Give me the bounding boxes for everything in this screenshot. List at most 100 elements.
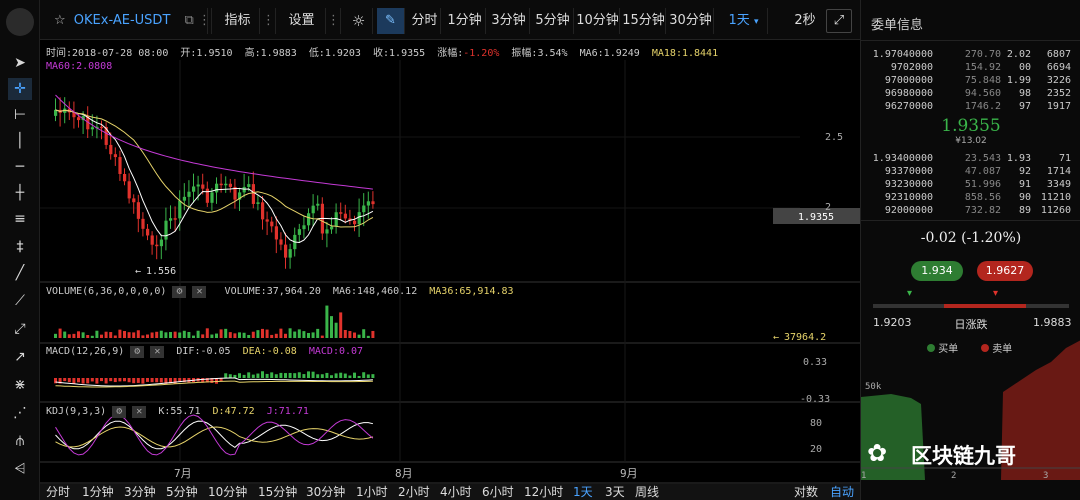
trendline-tool-icon[interactable]: ╱ [8,262,32,284]
pitchfork-tool-icon[interactable]: ⫛ [8,430,32,452]
parallel-tool-icon[interactable]: ≡ [8,208,32,230]
bottom-period-tab[interactable]: 15分钟 [258,484,297,500]
fibonacci-tool-icon[interactable]: ⋇ [8,374,32,396]
refresh-interval[interactable]: 2秒 [788,8,822,34]
orderbook-row[interactable]: 96270000 1746.2 97 1917 [871,101,1071,114]
orderbook-row[interactable]: 93230000 51.996 91 3349 [871,179,1071,192]
period-tab[interactable]: 1分钟 [444,8,486,34]
extended-line-tool-icon[interactable]: ⤢ [8,318,32,340]
macd-bar [316,374,320,378]
orderbook-row[interactable]: 1.93400000 23.543 1.93 71 [871,153,1071,166]
bottom-period-tab[interactable]: 10分钟 [208,484,247,500]
gear-icon[interactable]: ⚙ [130,346,145,358]
candle-body [371,201,375,205]
macd-histogram [54,371,375,388]
draw-pencil-icon[interactable]: ✎ [377,8,405,34]
orderbook-row[interactable]: 97000000 75.848 1.99 3226 [871,75,1071,88]
bottom-period-tab[interactable]: 30分钟 [306,484,345,500]
candle-body [251,184,255,204]
period-tab[interactable]: 10分钟 [576,8,620,34]
bottom-period-tab[interactable]: 6小时 [482,484,514,500]
volume-last-arrow: ← [773,332,779,343]
bottom-period-tab[interactable]: 1天 [573,484,593,500]
period-tab[interactable]: 5分钟 [532,8,574,34]
volume-bar [72,333,76,338]
period-tab[interactable]: 3分钟 [488,8,530,34]
arrow-tool-icon[interactable]: ↗ [8,346,32,368]
orderbook-row[interactable]: 92000000 732.82 89 11260 [871,205,1071,218]
candle-body [343,213,347,219]
settings-button[interactable]: 设置 [278,8,326,34]
macd-bar [325,372,329,378]
theme-sun-icon[interactable]: ☼ [345,8,373,34]
bottom-period-tab[interactable]: 1分钟 [82,484,114,500]
price-line-tool-icon[interactable]: ┼ [8,182,32,204]
info-low: 低:1.9203 [308,48,361,59]
macd-bar [251,374,255,378]
orderbook-cell: 92310000 [884,192,933,203]
chart-canvas[interactable]: 1.9355 2.5 2 ← 1.556 ← 37964.2 0.33 -0.3… [40,40,860,500]
bottom-period-tab[interactable]: 2小时 [398,484,430,500]
macd-bar [256,373,260,378]
star-icon[interactable]: ☆ [54,13,66,28]
candle-body [339,212,343,214]
candle-body [256,202,260,204]
gear-icon[interactable]: ⚙ [172,286,187,298]
close-icon[interactable]: ✕ [192,286,207,298]
period-tab[interactable]: 30分钟 [668,8,714,34]
sell-price-button[interactable]: 1.9627 [977,261,1033,281]
volume-bar [54,333,57,338]
low-pin-icon: ▾ [907,288,913,299]
close-icon[interactable]: ✕ [132,406,147,418]
gann-fan-tool-icon[interactable]: ⋰ [8,402,32,424]
crosshair-tool-icon[interactable]: ✛ [8,78,32,100]
volume-bar [58,328,62,338]
close-icon[interactable]: ✕ [150,346,165,358]
segment-tool-icon[interactable]: ⊢ [8,104,32,126]
ray-tool-icon[interactable]: ⟋ [8,290,32,312]
orderbook-cell: 858.56 [964,192,1001,203]
orderbook-cell: 1714 [1046,166,1071,177]
period-tab[interactable]: 15分钟 [622,8,666,34]
bottom-period-tab[interactable]: 1小时 [356,484,388,500]
bottom-period-tab[interactable]: 3天 [605,484,625,500]
kdj-tick-20: 20 [810,444,822,455]
macd-bar [371,374,375,378]
orderbook-row[interactable]: 96980000 94.560 98 2352 [871,88,1071,101]
vertical-line-tool-icon[interactable]: │ [8,130,32,152]
bottom-period-tab[interactable]: 分时 [46,484,70,500]
bottom-period-tab[interactable]: 3分钟 [124,484,156,500]
orderbook-row[interactable]: 1.97040000 270.70 2.02 6807 [871,49,1071,62]
orderbook-row[interactable]: 9702000 154.92 00 6694 [871,62,1071,75]
volume-bar [366,335,370,338]
period-tab[interactable]: 分时 [409,8,441,34]
period-selector[interactable]: 1天 ▾ [720,8,768,34]
bottom-period-tab[interactable]: 4小时 [440,484,472,500]
bottom-period-tab[interactable]: 5分钟 [166,484,198,500]
orderbook-row[interactable]: 93370000 47.087 92 1714 [871,166,1071,179]
pointer-tool-icon[interactable]: ➤ [8,52,32,74]
orderbook-cell: 1.97040000 [872,49,933,60]
symbol-selector[interactable]: ☆ OKEx-AE-USDT ⧉ [48,8,208,34]
external-link-icon[interactable]: ⧉ [185,13,194,28]
orderbook-cell: 96270000 [884,101,933,112]
info-high: 高:1.9883 [244,48,297,59]
orderbook-row[interactable]: 92310000 858.56 90 11210 [871,192,1071,205]
bottom-period-tab[interactable]: 周线 [635,484,659,500]
gear-icon[interactable]: ⚙ [112,406,127,418]
candle-body [366,201,370,206]
auto-scale-toggle[interactable]: 自动 [830,484,854,500]
channel-tool-icon[interactable]: ‡ [8,236,32,258]
fan-tool-icon[interactable]: ⩤ [8,458,32,480]
candle-body [123,173,127,182]
buy-price-button[interactable]: 1.934 [911,261,963,281]
indicators-button[interactable]: 指标 [216,8,260,34]
volume-bar [288,328,292,338]
horizontal-line-tool-icon[interactable]: ─ [8,156,32,178]
kline-chart[interactable]: 1.9355 2.5 2 ← 1.556 ← 37964.2 0.33 -0.3… [40,40,860,500]
log-scale-toggle[interactable]: 对数 [794,484,818,500]
divider [861,40,1080,41]
macd-bar [155,378,159,383]
bottom-period-tab[interactable]: 12小时 [524,484,563,500]
fullscreen-icon[interactable]: ⤢ [826,9,852,33]
